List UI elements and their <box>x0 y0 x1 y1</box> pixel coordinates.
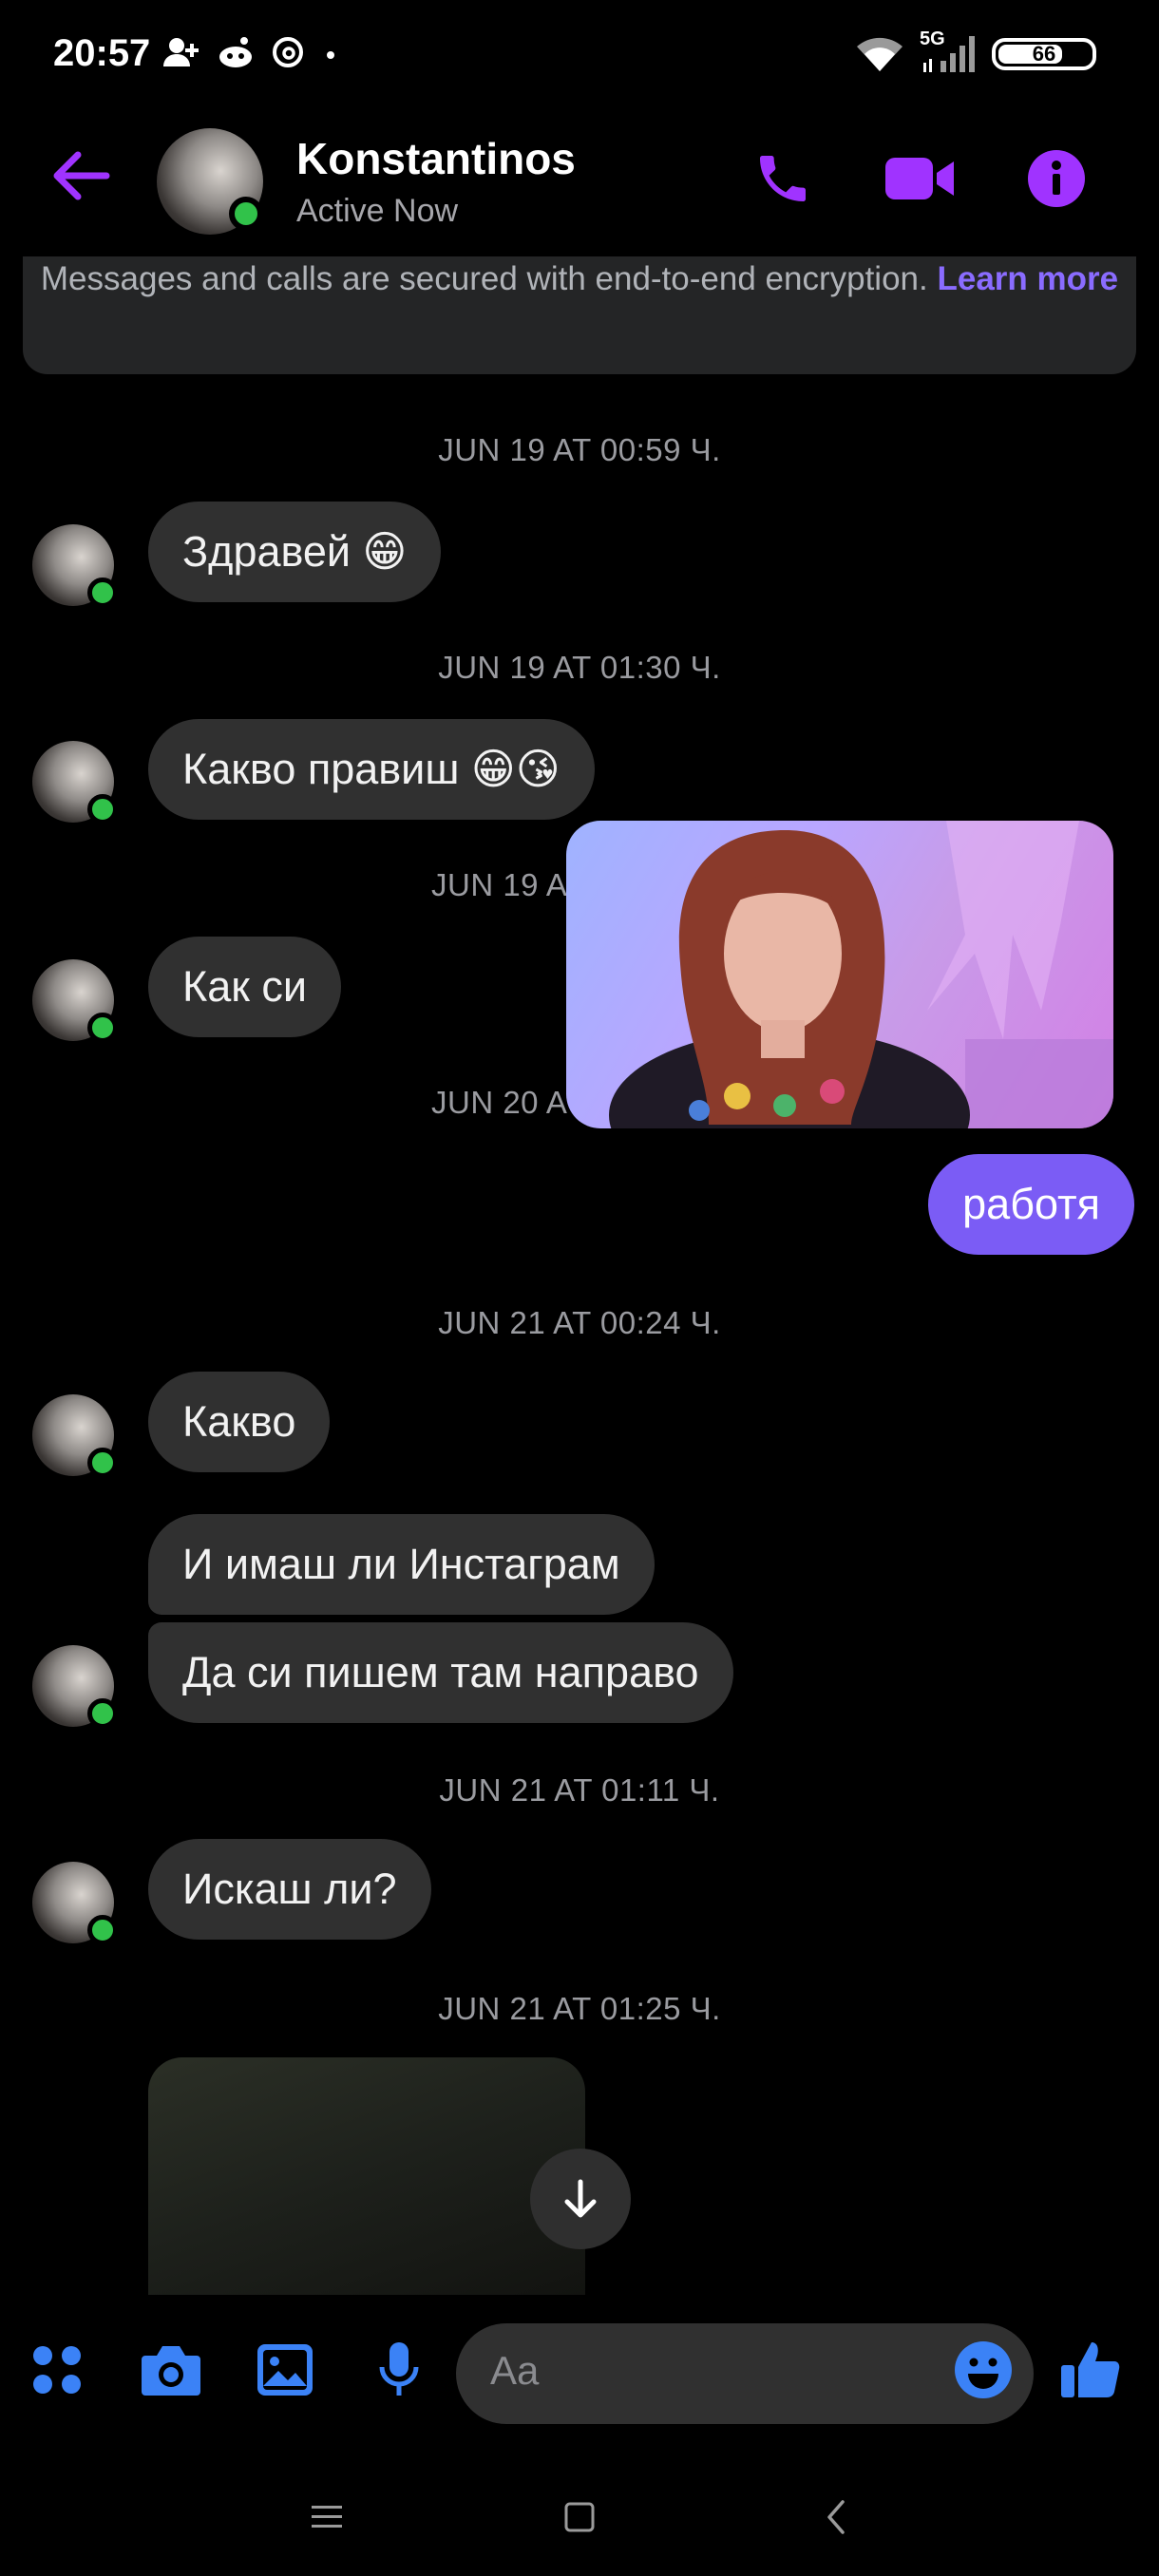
microphone-icon <box>379 2342 419 2396</box>
like-button[interactable] <box>1053 2337 1129 2403</box>
chevron-left-icon <box>827 2500 845 2534</box>
online-indicator <box>87 1915 118 1945</box>
video-frame <box>609 821 1113 1128</box>
video-pip-overlay[interactable] <box>566 821 1113 1128</box>
camera-icon <box>142 2346 200 2396</box>
media-message-preview[interactable] <box>148 2057 585 2295</box>
camera-button[interactable] <box>133 2337 209 2403</box>
online-indicator <box>87 1698 118 1729</box>
online-indicator <box>87 1013 118 1043</box>
online-indicator <box>87 794 118 824</box>
menu-icon <box>312 2506 342 2528</box>
phone-icon <box>760 156 806 201</box>
message-bubble[interactable]: Какво правиш 😁😘 <box>148 719 595 820</box>
arrow-down-icon <box>564 2179 597 2218</box>
message-bubble[interactable]: Какво <box>148 1372 331 1472</box>
emoji-button[interactable] <box>945 2337 1021 2403</box>
message-input-placeholder: Aa <box>490 2348 540 2393</box>
gallery-icon <box>257 2344 313 2396</box>
gallery-button[interactable] <box>247 2337 323 2403</box>
reddit-icon <box>219 37 252 67</box>
learn-more-link[interactable]: Learn more <box>937 260 1118 297</box>
online-indicator <box>87 578 118 608</box>
nav-home-button[interactable] <box>551 2489 608 2546</box>
apps-icon <box>33 2346 81 2394</box>
battery-icon: 66 <box>992 38 1096 70</box>
dot-icon <box>327 51 334 59</box>
message-bubble[interactable]: И имаш ли Инстаграм <box>148 1514 655 1615</box>
thumbs-up-icon <box>1061 2342 1120 2397</box>
contact-name[interactable]: Konstantinos <box>296 133 576 184</box>
online-indicator <box>229 197 263 231</box>
nav-back-button[interactable] <box>808 2489 864 2546</box>
emoji-icon <box>955 2341 1012 2398</box>
back-arrow-icon <box>53 151 110 200</box>
voice-call-button[interactable] <box>743 141 823 217</box>
nav-menu-button[interactable] <box>298 2489 355 2546</box>
timestamp: JUN 21 AT 00:24 Ч. <box>438 1305 721 1340</box>
message-bubble[interactable]: Да си пишем там направо <box>148 1622 733 1723</box>
message-bubble[interactable]: Здравей 😁 <box>148 502 442 602</box>
person-add-icon <box>163 38 199 66</box>
message-bubble[interactable]: Искаш ли? <box>148 1839 431 1940</box>
status-system-icons: 5G 66 <box>853 28 1096 74</box>
signal-icon: 5G <box>920 28 978 74</box>
sent-message-bubble[interactable]: работя <box>928 1154 1134 1255</box>
message-bubble[interactable]: Как си <box>148 937 342 1037</box>
threads-icon <box>273 37 303 67</box>
microphone-button[interactable] <box>361 2337 437 2403</box>
online-indicator <box>87 1448 118 1478</box>
scroll-to-bottom-button[interactable] <box>530 2149 631 2249</box>
back-button[interactable] <box>48 142 114 209</box>
encryption-banner: Messages and calls are secured with end-… <box>23 256 1136 374</box>
status-time: 20:57 <box>53 32 151 74</box>
status-notification-icons <box>163 36 340 68</box>
apps-button[interactable] <box>19 2337 95 2403</box>
timestamp: JUN 19 AT 00:59 Ч. <box>438 432 721 467</box>
encryption-text: Messages and calls are secured with end-… <box>40 260 928 297</box>
video-icon <box>885 158 954 199</box>
battery-level: 66 <box>1032 42 1056 66</box>
timestamp: JUN 21 AT 01:25 Ч. <box>438 1991 721 2026</box>
timestamp: JUN 20 A <box>431 1085 568 1120</box>
timestamp: JUN 19 AT 01:30 Ч. <box>438 650 721 685</box>
contact-status: Active Now <box>296 193 459 229</box>
timestamp: JUN 21 AT 01:11 Ч. <box>439 1772 720 1808</box>
info-button[interactable] <box>1016 141 1096 217</box>
info-icon <box>1028 150 1085 207</box>
wifi-icon <box>857 37 902 71</box>
video-call-button[interactable] <box>880 141 960 217</box>
timestamp: JUN 19 A <box>431 867 568 902</box>
home-icon <box>564 2502 595 2532</box>
